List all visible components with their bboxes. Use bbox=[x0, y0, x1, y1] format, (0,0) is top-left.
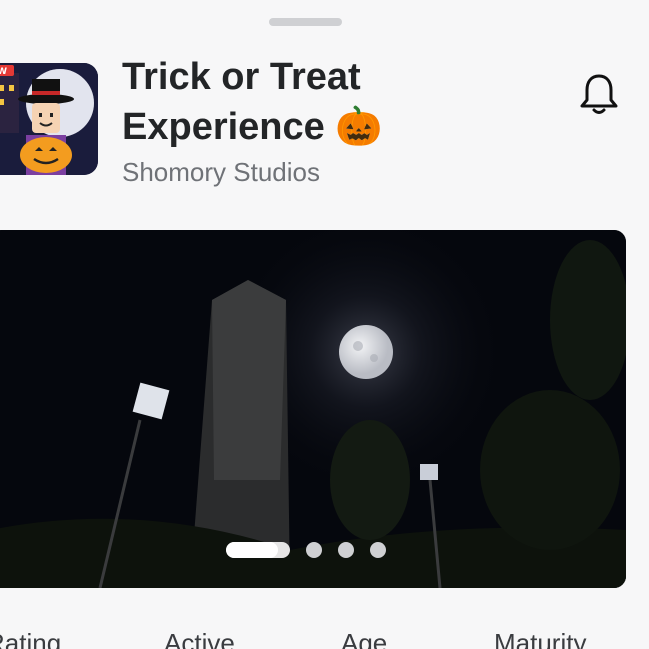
bell-icon bbox=[580, 74, 618, 114]
carousel-dot-active[interactable] bbox=[226, 542, 290, 558]
studio-name-link[interactable]: Shomory Studios bbox=[122, 157, 320, 188]
carousel-dot[interactable] bbox=[370, 542, 386, 558]
experience-title: Trick or Treat Experience 🎃 bbox=[122, 52, 562, 152]
carousel-dot[interactable] bbox=[338, 542, 354, 558]
pumpkin-emoji: 🎃 bbox=[335, 106, 383, 148]
title-line-2-text: Experience bbox=[122, 106, 325, 148]
stat-label-rating: Rating bbox=[0, 628, 62, 649]
new-badge-text: EW bbox=[0, 67, 7, 77]
title-line-2: Experience 🎃 bbox=[122, 102, 562, 152]
stat-label-maturity: Maturity bbox=[494, 628, 587, 649]
screenshot-carousel[interactable] bbox=[0, 230, 626, 588]
title-line-1: Trick or Treat bbox=[122, 56, 361, 98]
experience-thumbnail[interactable]: EW bbox=[0, 63, 98, 175]
notification-bell-button[interactable] bbox=[575, 70, 623, 118]
carousel-slide-image bbox=[0, 230, 626, 588]
experience-header: EW Trick or Treat Experience 🎃 Shomory S… bbox=[0, 0, 649, 200]
stats-row: Rating Active Age Maturity bbox=[0, 628, 649, 649]
stat-label-active: Active bbox=[164, 628, 235, 649]
carousel-dot[interactable] bbox=[306, 542, 322, 558]
stat-label-age: Age bbox=[341, 628, 388, 649]
